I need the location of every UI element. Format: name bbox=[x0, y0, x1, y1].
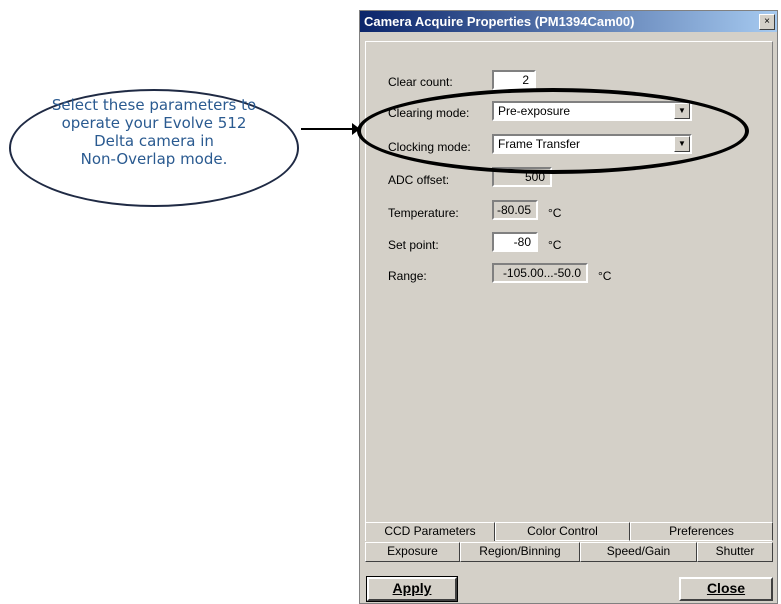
close-button-label: Close bbox=[706, 580, 746, 596]
adc-offset-label: ADC offset: bbox=[388, 173, 450, 187]
tab-shutter[interactable]: Shutter bbox=[697, 542, 773, 562]
clear-count-field[interactable]: 2 bbox=[492, 70, 536, 90]
range-field: -105.00...-50.0 bbox=[492, 263, 588, 283]
tab-exposure[interactable]: Exposure bbox=[365, 542, 460, 562]
temperature-unit: °C bbox=[548, 206, 562, 220]
close-icon[interactable]: × bbox=[759, 14, 775, 30]
dialog-title: Camera Acquire Properties (PM1394Cam00) bbox=[364, 14, 635, 29]
apply-button[interactable]: Apply bbox=[366, 576, 458, 602]
set-point-field[interactable]: -80 bbox=[492, 232, 538, 252]
tab-color-control[interactable]: Color Control bbox=[495, 522, 630, 541]
close-button[interactable]: Close bbox=[679, 577, 773, 601]
tab-preferences[interactable]: Preferences bbox=[630, 522, 773, 541]
range-label: Range: bbox=[388, 269, 427, 283]
callout-line: operate your Evolve 512 bbox=[61, 114, 247, 132]
tab-ccd-parameters[interactable]: CCD Parameters bbox=[365, 522, 495, 541]
temperature-field: -80.05 bbox=[492, 200, 538, 220]
tab-speed-gain[interactable]: Speed/Gain bbox=[580, 542, 697, 562]
temperature-label: Temperature: bbox=[388, 206, 459, 220]
callout-line: Delta camera in bbox=[94, 132, 214, 150]
title-bar[interactable]: Camera Acquire Properties (PM1394Cam00) … bbox=[360, 11, 777, 32]
tab-region-binning[interactable]: Region/Binning bbox=[460, 542, 580, 562]
highlight-oval bbox=[357, 88, 749, 174]
set-point-unit: °C bbox=[548, 238, 562, 252]
callout-line: Select these parameters to bbox=[51, 96, 257, 114]
callout-text: Select these parameters to operate your … bbox=[34, 96, 274, 168]
callout-line: Non-Overlap mode. bbox=[80, 150, 228, 168]
set-point-label: Set point: bbox=[388, 238, 439, 252]
range-unit: °C bbox=[598, 269, 612, 283]
clear-count-label: Clear count: bbox=[388, 75, 453, 89]
